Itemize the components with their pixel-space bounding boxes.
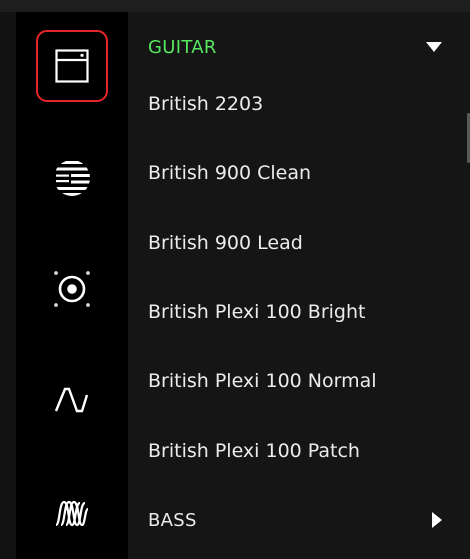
section-label-bass: BASS xyxy=(148,509,197,531)
category-preamp-button[interactable] xyxy=(36,142,108,214)
amp-model-item[interactable]: British Plexi 100 Patch xyxy=(148,429,448,473)
section-header-guitar[interactable]: GUITAR xyxy=(148,27,458,67)
chevron-down-icon xyxy=(426,42,442,52)
preamp-icon xyxy=(54,161,90,196)
category-amp-button[interactable] xyxy=(36,30,108,102)
category-effects-button[interactable] xyxy=(36,364,108,436)
top-strip xyxy=(0,0,470,12)
modulation-waves-icon xyxy=(54,500,89,527)
category-cabinet-button[interactable] xyxy=(36,253,108,325)
section-header-bass[interactable]: BASS xyxy=(148,500,458,540)
amp-model-item[interactable]: British Plexi 100 Bright xyxy=(148,290,448,334)
model-browser-panel: GUITAR British 2203 British 900 Clean Br… xyxy=(128,12,470,559)
waveform-icon xyxy=(54,387,89,413)
chevron-right-icon xyxy=(432,512,442,528)
category-sidebar xyxy=(16,12,128,559)
amp-model-item[interactable]: British 2203 xyxy=(148,82,448,126)
amp-head-icon xyxy=(55,49,89,83)
speaker-cabinet-icon xyxy=(54,271,90,307)
amp-model-item[interactable]: British Plexi 100 Normal xyxy=(148,359,448,403)
amp-model-item[interactable]: British 900 Lead xyxy=(148,221,448,265)
amp-model-item[interactable]: British 900 Clean xyxy=(148,151,448,195)
section-label-guitar: GUITAR xyxy=(148,36,217,58)
category-modulation-button[interactable] xyxy=(36,478,108,550)
